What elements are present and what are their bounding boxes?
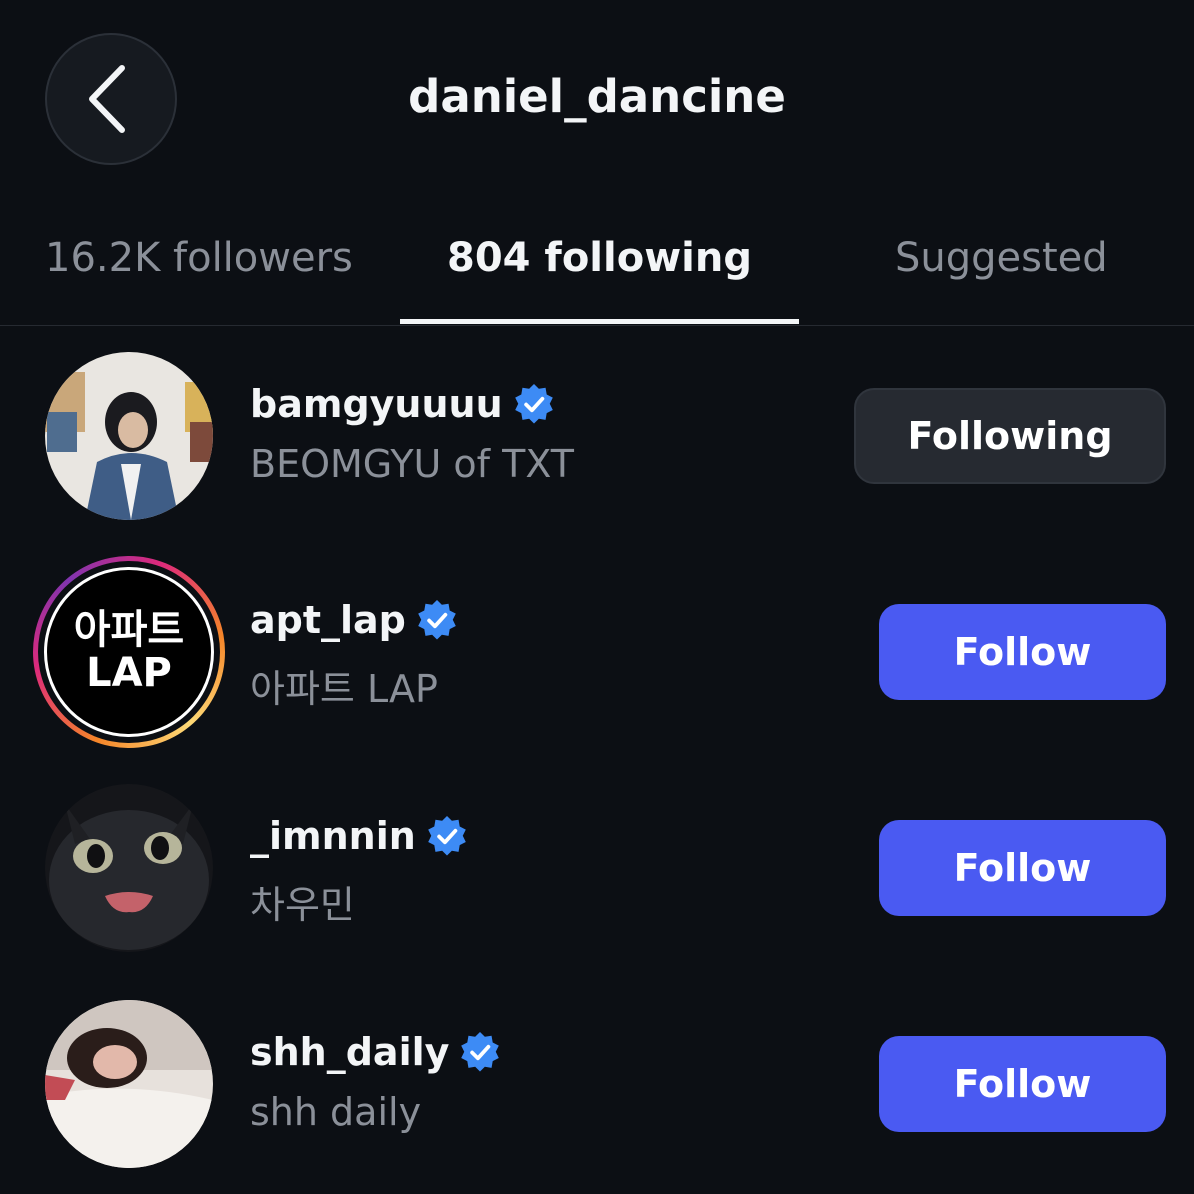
follow-button[interactable]: Follow — [879, 820, 1166, 916]
full-name: shh daily — [250, 1090, 422, 1134]
username-line: shh_daily — [250, 1030, 501, 1074]
full-name: BEOMGYU of TXT — [250, 442, 574, 486]
full-name: 아파트 LAP — [250, 667, 438, 711]
username-line: apt_lap — [250, 598, 458, 642]
avatar[interactable] — [45, 1000, 213, 1168]
list-item: bamgyuuuu BEOMGYU of TXT Following — [0, 330, 1194, 546]
avatar-text: 아파트 — [73, 606, 185, 653]
following-button[interactable]: Following — [854, 388, 1166, 484]
following-list-screen: daniel_dancine 16.2K followers 804 follo… — [0, 0, 1194, 1194]
avatar[interactable] — [45, 352, 213, 520]
avatar: 아파트 LAP — [44, 567, 214, 737]
username[interactable]: shh_daily — [250, 1030, 449, 1074]
tab-suggested[interactable]: Suggested — [895, 235, 1108, 281]
avatar-photo — [45, 784, 213, 952]
tab-followers[interactable]: 16.2K followers — [45, 235, 353, 281]
page-title: daniel_dancine — [408, 70, 786, 123]
list-item: 아파트 LAP apt_lap 아파트 LAP Follow — [0, 546, 1194, 762]
avatar-photo — [45, 352, 213, 520]
story-ring[interactable]: 아파트 LAP — [33, 556, 225, 748]
username-line: bamgyuuuu — [250, 382, 555, 426]
avatar-text: LAP — [86, 650, 172, 696]
avatar[interactable] — [45, 784, 213, 952]
username-line: _imnnin — [250, 814, 468, 858]
active-tab-indicator — [400, 319, 799, 324]
list-item: _imnnin 차우민 Follow — [0, 762, 1194, 978]
verified-badge-icon — [428, 816, 466, 856]
username[interactable]: bamgyuuuu — [250, 382, 503, 426]
username[interactable]: _imnnin — [250, 814, 416, 858]
verified-badge-icon — [514, 384, 553, 424]
tab-bar: 16.2K followers 804 following Suggested — [0, 205, 1194, 326]
verified-badge-icon — [418, 600, 456, 640]
verified-badge-icon — [461, 1032, 500, 1072]
username[interactable]: apt_lap — [250, 598, 406, 642]
avatar-photo — [45, 1000, 213, 1168]
follow-button[interactable]: Follow — [879, 1036, 1166, 1132]
full-name: 차우민 — [250, 883, 355, 927]
follow-button[interactable]: Follow — [879, 604, 1166, 700]
list-item: shh_daily shh daily Follow — [0, 978, 1194, 1194]
tab-following[interactable]: 804 following — [400, 235, 799, 281]
